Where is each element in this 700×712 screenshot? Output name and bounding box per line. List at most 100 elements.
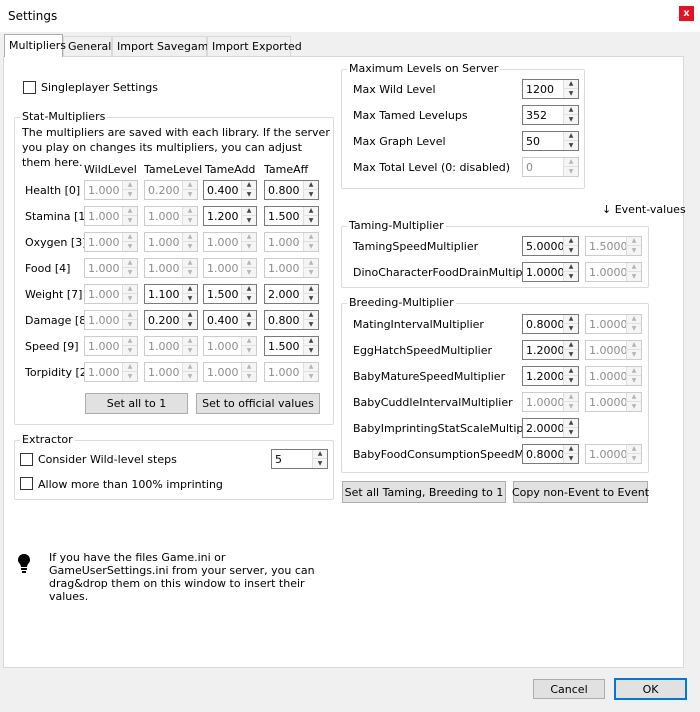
spin-up-icon[interactable]: ▲ — [304, 233, 318, 242]
spin-down-icon[interactable]: ▼ — [304, 268, 318, 277]
stat-tamelevel-input[interactable]: 1.000 ▲ ▼ — [144, 232, 198, 252]
spin-up-icon[interactable]: ▲ — [304, 337, 318, 346]
breeding-event-input[interactable]: 1.00000▲▼ — [585, 366, 642, 386]
spin-down-icon[interactable]: ▼ — [627, 272, 641, 281]
spin-up-icon[interactable]: ▲ — [123, 207, 137, 216]
spin-down-icon[interactable]: ▼ — [123, 190, 137, 199]
spin-up-icon[interactable]: ▲ — [123, 363, 137, 372]
stat-wildlevel-input[interactable]: 1.000 ▲ ▼ — [84, 232, 138, 252]
spin-down-icon[interactable]: ▼ — [242, 320, 256, 329]
breeding-multiplier-input[interactable]: 1.20000▲▼ — [522, 366, 579, 386]
spin-up-icon[interactable]: ▲ — [242, 285, 256, 294]
stat-tameadd-input[interactable]: 1.000 ▲ ▼ — [203, 258, 257, 278]
spin-up-icon[interactable]: ▲ — [627, 263, 641, 272]
breeding-event-input[interactable]: 1.00000▲▼ — [585, 392, 642, 412]
spin-up-icon[interactable]: ▲ — [304, 181, 318, 190]
close-button[interactable]: x — [679, 6, 694, 21]
spin-down-icon[interactable]: ▼ — [564, 454, 578, 463]
taming-multiplier-input[interactable]: 1.00000▲▼ — [522, 262, 579, 282]
breeding-multiplier-input[interactable]: 0.80000▲▼ — [522, 314, 579, 334]
spin-up-icon[interactable]: ▲ — [627, 393, 641, 402]
spin-up-icon[interactable]: ▲ — [242, 259, 256, 268]
spin-up-icon[interactable]: ▲ — [242, 181, 256, 190]
spin-down-icon[interactable]: ▼ — [242, 268, 256, 277]
spin-down-icon[interactable]: ▼ — [627, 454, 641, 463]
tab-import-savegame[interactable]: Import Savegame — [112, 36, 215, 56]
taming-multiplier-input[interactable]: 5.00000▲▼ — [522, 236, 579, 256]
spin-up-icon[interactable]: ▲ — [123, 285, 137, 294]
stat-tamelevel-input[interactable]: 1.000 ▲ ▼ — [144, 258, 198, 278]
spin-up-icon[interactable]: ▲ — [123, 311, 137, 320]
spin-down-icon[interactable]: ▼ — [242, 346, 256, 355]
spin-down-icon[interactable]: ▼ — [304, 320, 318, 329]
spin-up-icon[interactable]: ▲ — [304, 285, 318, 294]
spin-up-icon[interactable]: ▲ — [183, 259, 197, 268]
spin-down-icon[interactable]: ▼ — [627, 402, 641, 411]
spin-up-icon[interactable]: ▲ — [183, 181, 197, 190]
spin-up-icon[interactable]: ▲ — [242, 233, 256, 242]
spin-down-icon[interactable]: ▼ — [304, 346, 318, 355]
spin-down-icon[interactable]: ▼ — [123, 216, 137, 225]
spin-up-icon[interactable]: ▲ — [242, 363, 256, 372]
spin-down-icon[interactable]: ▼ — [627, 350, 641, 359]
spin-up-icon[interactable]: ▲ — [242, 311, 256, 320]
tab-multipliers[interactable]: Multipliers — [4, 34, 66, 57]
spin-down-icon[interactable]: ▼ — [564, 350, 578, 359]
stat-tameadd-input[interactable]: 0.400 ▲ ▼ — [203, 180, 257, 200]
spin-up-icon[interactable]: ▲ — [123, 181, 137, 190]
set-all-taming-breeding-button[interactable]: Set all Taming, Breeding to 1 — [342, 481, 506, 503]
spin-up-icon[interactable]: ▲ — [242, 337, 256, 346]
copy-non-event-to-event-button[interactable]: Copy non-Event to Event — [512, 481, 649, 503]
set-all-to-1-button[interactable]: Set all to 1 — [85, 393, 188, 414]
spin-up-icon[interactable]: ▲ — [627, 237, 641, 246]
spin-up-icon[interactable]: ▲ — [564, 315, 578, 324]
spin-up-icon[interactable]: ▲ — [304, 259, 318, 268]
spin-down-icon[interactable]: ▼ — [242, 242, 256, 251]
cancel-button[interactable]: Cancel — [533, 679, 605, 699]
spin-down-icon[interactable]: ▼ — [564, 324, 578, 333]
spin-down-icon[interactable]: ▼ — [183, 268, 197, 277]
spin-up-icon[interactable]: ▲ — [564, 132, 578, 141]
spin-up-icon[interactable]: ▲ — [123, 233, 137, 242]
spin-down-icon[interactable]: ▼ — [304, 190, 318, 199]
stat-wildlevel-input[interactable]: 1.000 ▲ ▼ — [84, 258, 138, 278]
stat-tameadd-input[interactable]: 1.000 ▲ ▼ — [203, 362, 257, 382]
spin-down-icon[interactable]: ▼ — [564, 376, 578, 385]
spin-down-icon[interactable]: ▼ — [564, 246, 578, 255]
spin-down-icon[interactable]: ▼ — [564, 272, 578, 281]
breeding-multiplier-input[interactable]: 1.20000▲▼ — [522, 340, 579, 360]
spin-down-icon[interactable]: ▼ — [627, 324, 641, 333]
stat-tameaff-input[interactable]: 1.500 ▲ ▼ — [264, 336, 319, 356]
spin-down-icon[interactable]: ▼ — [242, 294, 256, 303]
spin-down-icon[interactable]: ▼ — [564, 141, 578, 150]
stat-tameadd-input[interactable]: 1.000 ▲ ▼ — [203, 232, 257, 252]
spin-up-icon[interactable]: ▲ — [564, 106, 578, 115]
stat-wildlevel-input[interactable]: 1.000 ▲ ▼ — [84, 180, 138, 200]
ok-button[interactable]: OK — [614, 678, 687, 700]
spin-down-icon[interactable]: ▼ — [123, 242, 137, 251]
spin-up-icon[interactable]: ▲ — [183, 337, 197, 346]
spin-up-icon[interactable]: ▲ — [564, 341, 578, 350]
stat-tameaff-input[interactable]: 1.500 ▲ ▼ — [264, 206, 319, 226]
spin-down-icon[interactable]: ▼ — [183, 242, 197, 251]
spin-down-icon[interactable]: ▼ — [627, 246, 641, 255]
stat-tamelevel-input[interactable]: 1.100 ▲ ▼ — [144, 284, 198, 304]
spin-up-icon[interactable]: ▲ — [304, 207, 318, 216]
spin-down-icon[interactable]: ▼ — [304, 216, 318, 225]
stat-tamelevel-input[interactable]: 1.000 ▲ ▼ — [144, 206, 198, 226]
wild-level-steps-input[interactable]: 5 ▲ ▼ — [271, 449, 328, 469]
stat-tameadd-input[interactable]: 1.000 ▲ ▼ — [203, 336, 257, 356]
spin-up-icon[interactable]: ▲ — [564, 80, 578, 89]
stat-wildlevel-input[interactable]: 1.000 ▲ ▼ — [84, 310, 138, 330]
stat-tameaff-input[interactable]: 0.800 ▲ ▼ — [264, 310, 319, 330]
spin-down-icon[interactable]: ▼ — [123, 372, 137, 381]
stat-wildlevel-input[interactable]: 1.000 ▲ ▼ — [84, 284, 138, 304]
breeding-multiplier-input[interactable]: 2.00000▲▼ — [522, 418, 579, 438]
spin-up-icon[interactable]: ▲ — [564, 393, 578, 402]
spin-down-icon[interactable]: ▼ — [564, 167, 578, 176]
stat-tameaff-input[interactable]: 2.000 ▲ ▼ — [264, 284, 319, 304]
spin-down-icon[interactable]: ▼ — [123, 294, 137, 303]
spin-up-icon[interactable]: ▲ — [183, 207, 197, 216]
stat-tameaff-input[interactable]: 1.000 ▲ ▼ — [264, 232, 319, 252]
max-level-input[interactable]: 50 ▲ ▼ — [522, 131, 579, 151]
